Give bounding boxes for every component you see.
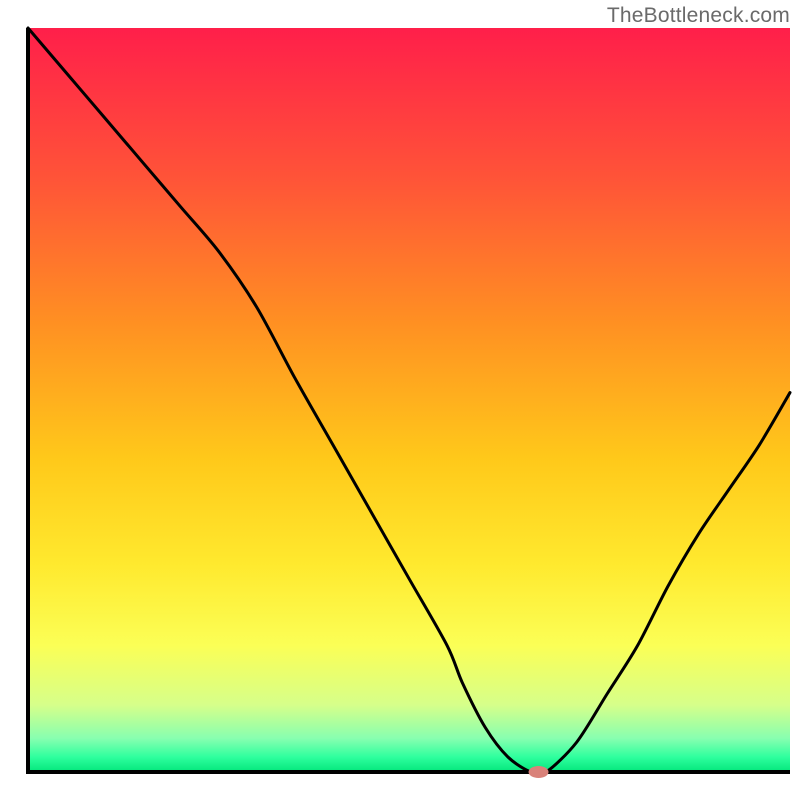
watermark-text: TheBottleneck.com	[607, 4, 790, 28]
plot-background	[28, 28, 790, 772]
minimum-marker	[529, 766, 549, 778]
bottleneck-chart: TheBottleneck.com	[0, 0, 800, 800]
chart-canvas	[0, 0, 800, 800]
